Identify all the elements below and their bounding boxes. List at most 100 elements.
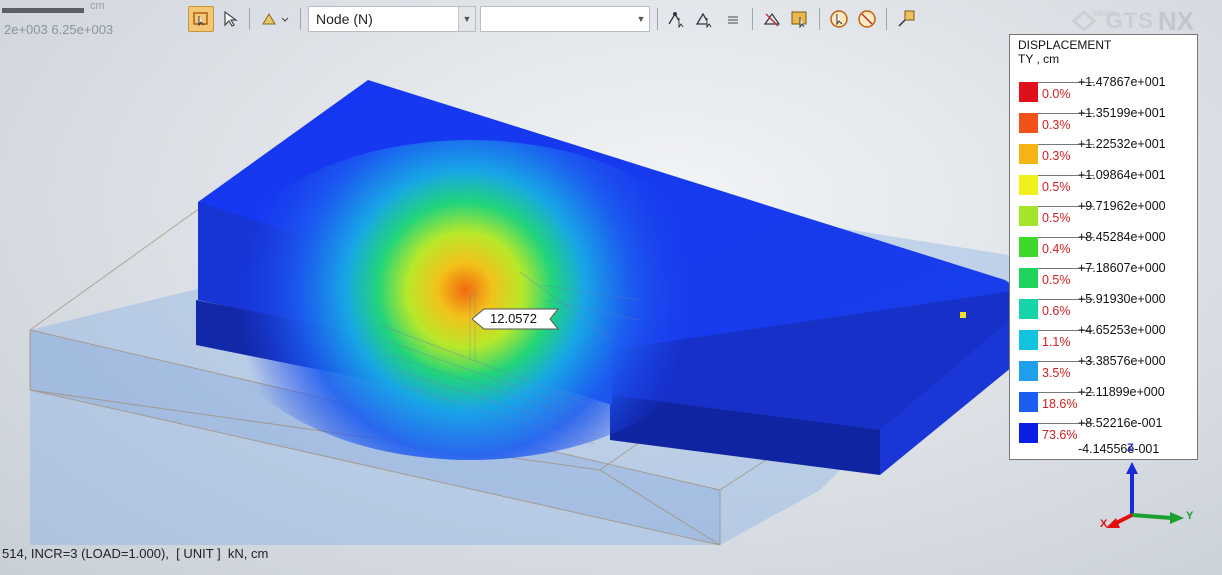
legend-color-swatch: [1019, 175, 1038, 195]
toolbar-separator: [819, 8, 820, 30]
select-box-icon: [193, 12, 208, 27]
legend-percent: 0.5%: [1042, 211, 1071, 225]
toolbar-separator: [752, 8, 753, 30]
legend-value: +8.52216e-001: [1078, 416, 1163, 430]
select-all-button[interactable]: [788, 7, 812, 31]
legend-percent: 0.6%: [1042, 304, 1071, 318]
legend-color-swatch: [1019, 144, 1038, 164]
legend-color-swatch: [1019, 423, 1038, 443]
circle-cancel-icon: [858, 10, 876, 28]
legend-percent: 0.5%: [1042, 273, 1071, 287]
pick-cancel-button[interactable]: [855, 7, 879, 31]
legend-value: +8.45284e+000: [1078, 230, 1166, 244]
list-icon: [728, 16, 738, 24]
toolbar-separator: [249, 8, 250, 30]
legend-color-swatch: [1019, 237, 1038, 257]
legend-color-swatch: [1019, 299, 1038, 319]
displacement-legend: DISPLACEMENT TY , cm +1.47867e+001 0.0% +1…: [1009, 34, 1198, 460]
legend-row: +9.71962e+000 0.5%: [1010, 195, 1199, 226]
legend-percent: 0.5%: [1042, 180, 1071, 194]
select-all-icon: [791, 11, 807, 28]
legend-value: +3.38576e+000: [1078, 354, 1166, 368]
legend-value: +1.09864e+001: [1078, 168, 1166, 182]
select-element-tool-button[interactable]: [693, 7, 717, 31]
probe-icon: [898, 10, 915, 27]
legend-value: +9.71962e+000: [1078, 199, 1166, 213]
legend-percent: 18.6%: [1042, 397, 1078, 411]
probe-button[interactable]: [894, 7, 918, 31]
legend-row: +8.52216e-001 73.6%: [1010, 412, 1199, 443]
legend-row: +1.35199e+001 0.3%: [1010, 102, 1199, 133]
legend-min-value: -4.14556e-001: [1078, 442, 1160, 456]
legend-row: +5.91930e+000 0.6%: [1010, 288, 1199, 319]
node-marker: [960, 312, 966, 318]
toolbar-separator: [657, 8, 658, 30]
legend-percent: 0.3%: [1042, 118, 1071, 132]
chevron-down-icon[interactable]: ▼: [458, 7, 475, 31]
legend-percent: 0.4%: [1042, 242, 1071, 256]
selection-filter-select[interactable]: Node (N) ▼: [308, 6, 476, 32]
midas-gts-nx-logo: midas GTS NX: [1028, 6, 1194, 36]
legend-color-swatch: [1019, 82, 1038, 102]
node-select-icon: [668, 12, 684, 28]
axis-x-label: X: [1100, 518, 1108, 530]
legend-value: +2.11899e+000: [1078, 385, 1165, 399]
pick-button[interactable]: [827, 7, 851, 31]
legend-value: +1.35199e+001: [1078, 106, 1166, 120]
legend-row: +8.45284e+000 0.4%: [1010, 226, 1199, 257]
selection-filter-value: Node (N): [316, 11, 373, 27]
legend-value: +1.47867e+001: [1078, 75, 1166, 89]
legend-color-swatch: [1019, 361, 1038, 381]
legend-color-swatch: [1019, 268, 1038, 288]
pointer-cursor-icon: [224, 10, 238, 27]
select-mode-dropdown[interactable]: [257, 7, 293, 31]
logo-nx-text: NX: [1157, 5, 1194, 36]
select-pointer-button[interactable]: [218, 7, 242, 31]
scale-ruler-unit: cm: [90, 0, 105, 12]
legend-value: +1.22532e+001: [1078, 137, 1166, 151]
axis-triad-icon: [1106, 462, 1184, 528]
chevron-down-icon[interactable]: ▼: [633, 7, 649, 31]
select-node-tool-button[interactable]: [665, 7, 689, 31]
probe-value-text: 12.0572: [490, 311, 537, 326]
unselect-icon: [763, 12, 781, 27]
legend-percent: 0.3%: [1042, 149, 1071, 163]
selection-toolbar: Node (N) ▼ ▼: [188, 4, 918, 34]
element-select-icon: [695, 12, 712, 28]
legend-row: +2.11899e+000 18.6%: [1010, 381, 1199, 412]
scale-ruler-values: 2e+003 6.25e+003: [4, 22, 114, 37]
legend-color-swatch: [1019, 113, 1038, 133]
legend-percent: 1.1%: [1042, 335, 1071, 349]
legend-percent: 3.5%: [1042, 366, 1071, 380]
axis-triad: Z X Y: [1100, 442, 1200, 535]
model-viewport[interactable]: cm 2e+003 6.25e+003 Node (N) ▼ ▼ midas G…: [0, 0, 1222, 575]
toolbar-separator: [300, 8, 301, 30]
list-button[interactable]: [721, 7, 745, 31]
status-line: 514, INCR=3 (LOAD=1.000), [ UNIT ] kN, c…: [2, 546, 269, 561]
legend-row: +1.09864e+001 0.5%: [1010, 164, 1199, 195]
select-mode-icon: [262, 13, 289, 25]
legend-title-result: DISPLACEMENT: [1018, 38, 1112, 52]
circle-pointer-icon: [830, 10, 848, 28]
legend-title: DISPLACEMENT TY , cm: [1018, 38, 1111, 66]
unselect-button[interactable]: [760, 7, 784, 31]
toolbar-separator: [886, 8, 887, 30]
legend-color-swatch: [1019, 330, 1038, 350]
logo-midas-text: midas: [1092, 8, 1117, 18]
legend-color-swatch: [1019, 206, 1038, 226]
legend-percent: 0.0%: [1042, 87, 1071, 101]
secondary-select[interactable]: ▼: [480, 6, 650, 32]
legend-row: +4.65253e+000 1.1%: [1010, 319, 1199, 350]
legend-title-component: TY , cm: [1018, 52, 1060, 66]
select-single-button[interactable]: [188, 6, 214, 32]
legend-row: +1.22532e+001 0.3%: [1010, 133, 1199, 164]
legend-value: +4.65253e+000: [1078, 323, 1166, 337]
axis-y-label: Y: [1186, 510, 1194, 522]
legend-value: +7.18607e+000: [1078, 261, 1166, 275]
legend-color-swatch: [1019, 392, 1038, 412]
legend-row: +3.38576e+000 3.5%: [1010, 350, 1199, 381]
scale-ruler-bar: [2, 8, 84, 13]
legend-value: +5.91930e+000: [1078, 292, 1166, 306]
axis-z-label: Z: [1127, 442, 1134, 454]
legend-percent: 73.6%: [1042, 428, 1078, 442]
